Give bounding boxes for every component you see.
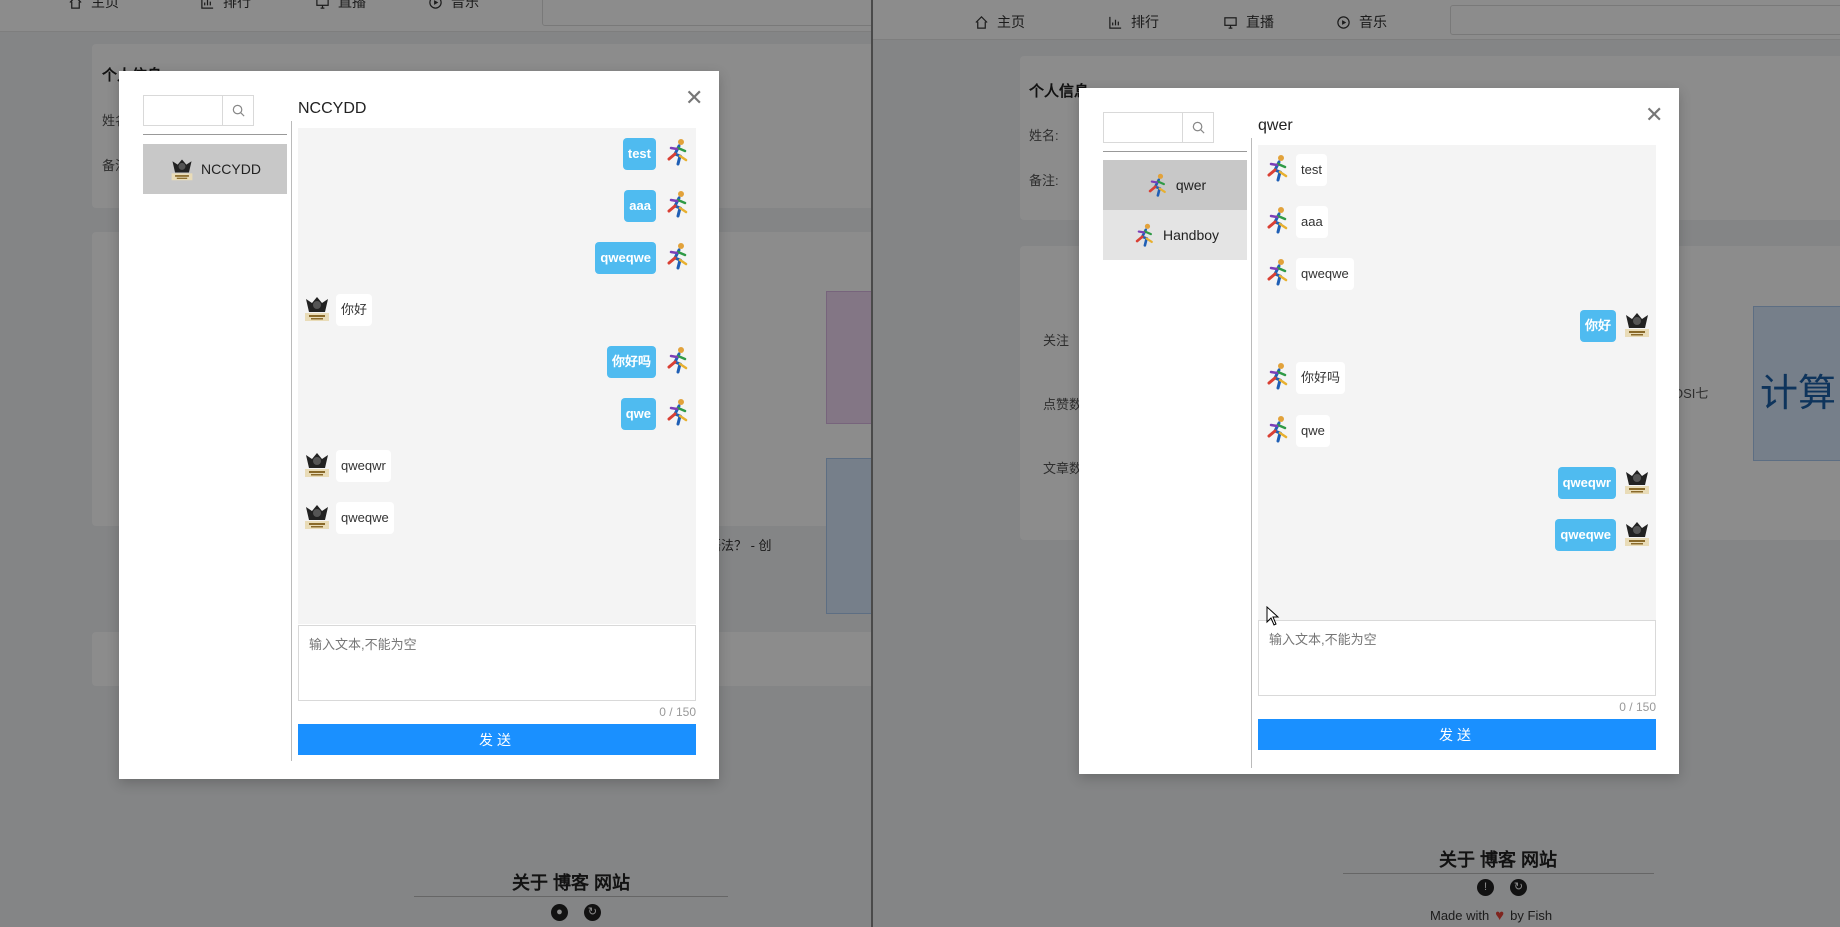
- mouse-cursor-icon: [1266, 606, 1280, 626]
- message-item: 你好吗: [298, 343, 696, 378]
- chat-dialog: ✕ qwer Handboy qwer test aaa qweqwe 你好 你…: [1079, 88, 1679, 774]
- runner-avatar: [1262, 205, 1292, 235]
- message-bubble: test: [1296, 154, 1327, 186]
- message-bubble: 你好吗: [1296, 362, 1346, 394]
- message-bubble: qweqwe: [1296, 258, 1354, 290]
- search-icon[interactable]: [222, 96, 253, 125]
- knight-crest-avatar: [1622, 309, 1652, 339]
- panel-divider: [1251, 138, 1252, 768]
- send-button[interactable]: 发送: [298, 724, 696, 755]
- contact-search: [1103, 112, 1214, 143]
- contact-item-nccydd[interactable]: NCCYDD: [143, 144, 287, 194]
- contact-search: [143, 95, 254, 126]
- close-icon[interactable]: ✕: [1645, 104, 1663, 126]
- message-item: test: [298, 135, 696, 170]
- message-bubble: qweqwe: [1555, 519, 1616, 551]
- message-item: qweqwe: [298, 499, 696, 534]
- message-item: aaa: [1258, 203, 1656, 238]
- message-bubble: 你好: [336, 294, 373, 326]
- knight-crest-avatar: [169, 154, 195, 184]
- message-list: test aaa qweqwe 你好 你好吗 qwe qweqwr qweqwe: [1258, 145, 1656, 621]
- message-bubble: 你好: [1579, 310, 1616, 342]
- contact-search-input[interactable]: [1104, 113, 1182, 142]
- message-list: test aaa qweqwe 你好 你好吗 qwe qweqwr qweqwe: [298, 128, 696, 624]
- message-bubble: qweqwe: [336, 502, 394, 534]
- message-item: test: [1258, 151, 1656, 186]
- runner-avatar: [1131, 220, 1157, 250]
- message-item: qweqwr: [1258, 464, 1656, 499]
- message-bubble: aaa: [624, 190, 656, 222]
- runner-avatar: [662, 345, 692, 375]
- runner-avatar: [1144, 170, 1170, 200]
- message-item: 你好吗: [1258, 359, 1656, 394]
- char-counter: 0 / 150: [659, 705, 696, 719]
- knight-crest-avatar: [1622, 466, 1652, 496]
- left-browser-pane: 主页 排行 直播 音乐 个人信息 姓名: 备注: 语法？ - 创 关于 博客 网…: [0, 0, 872, 927]
- chat-dialog: ✕ NCCYDD NCCYDD test aaa qweqwe 你好 你好吗 q…: [119, 71, 719, 779]
- knight-crest-avatar: [302, 293, 332, 323]
- chat-title: NCCYDD: [298, 100, 367, 117]
- message-item: 你好: [298, 291, 696, 326]
- message-item: qweqwe: [1258, 255, 1656, 290]
- message-bubble: test: [622, 138, 656, 170]
- message-input[interactable]: [298, 625, 696, 701]
- contact-name: Handboy: [1162, 227, 1220, 243]
- contact-list-divider: [143, 134, 287, 135]
- runner-avatar: [1262, 257, 1292, 287]
- search-icon[interactable]: [1182, 113, 1213, 142]
- message-bubble: qweqwr: [336, 450, 391, 482]
- runner-avatar: [1262, 414, 1292, 444]
- window-divider: [871, 0, 873, 927]
- message-item: qweqwr: [298, 447, 696, 482]
- contact-name: NCCYDD: [201, 161, 261, 177]
- message-input[interactable]: [1258, 620, 1656, 696]
- knight-crest-avatar: [302, 501, 332, 531]
- message-item: aaa: [298, 187, 696, 222]
- right-browser-pane: 主页 排行 直播 音乐 个人信息 姓名: 备注: 关注 点赞数 文章数 OSI七…: [873, 0, 1840, 927]
- runner-avatar: [662, 397, 692, 427]
- message-item: qweqwe: [1258, 516, 1656, 551]
- message-item: 你好: [1258, 307, 1656, 342]
- runner-avatar: [1262, 361, 1292, 391]
- contact-item-qwer[interactable]: qwer: [1103, 160, 1247, 210]
- chat-title: qwer: [1258, 117, 1293, 134]
- contact-list-divider: [1103, 151, 1247, 152]
- message-item: qwe: [298, 395, 696, 430]
- runner-avatar: [1262, 153, 1292, 183]
- message-item: qweqwe: [298, 239, 696, 274]
- message-bubble: aaa: [1296, 206, 1328, 238]
- message-bubble: 你好吗: [606, 346, 656, 378]
- contact-search-input[interactable]: [144, 96, 222, 125]
- runner-avatar: [662, 241, 692, 271]
- char-counter: 0 / 150: [1619, 700, 1656, 714]
- panel-divider: [291, 121, 292, 761]
- message-bubble: qweqwe: [595, 242, 656, 274]
- message-bubble: qwe: [1296, 415, 1330, 447]
- knight-crest-avatar: [1622, 518, 1652, 548]
- message-bubble: qweqwr: [1557, 467, 1616, 499]
- runner-avatar: [662, 137, 692, 167]
- contact-name: qwer: [1175, 177, 1207, 193]
- knight-crest-avatar: [302, 449, 332, 479]
- runner-avatar: [662, 189, 692, 219]
- message-item: qwe: [1258, 412, 1656, 447]
- contact-item-handboy[interactable]: Handboy: [1103, 210, 1247, 260]
- message-bubble: qwe: [620, 398, 656, 430]
- send-button[interactable]: 发送: [1258, 719, 1656, 750]
- close-icon[interactable]: ✕: [685, 87, 703, 109]
